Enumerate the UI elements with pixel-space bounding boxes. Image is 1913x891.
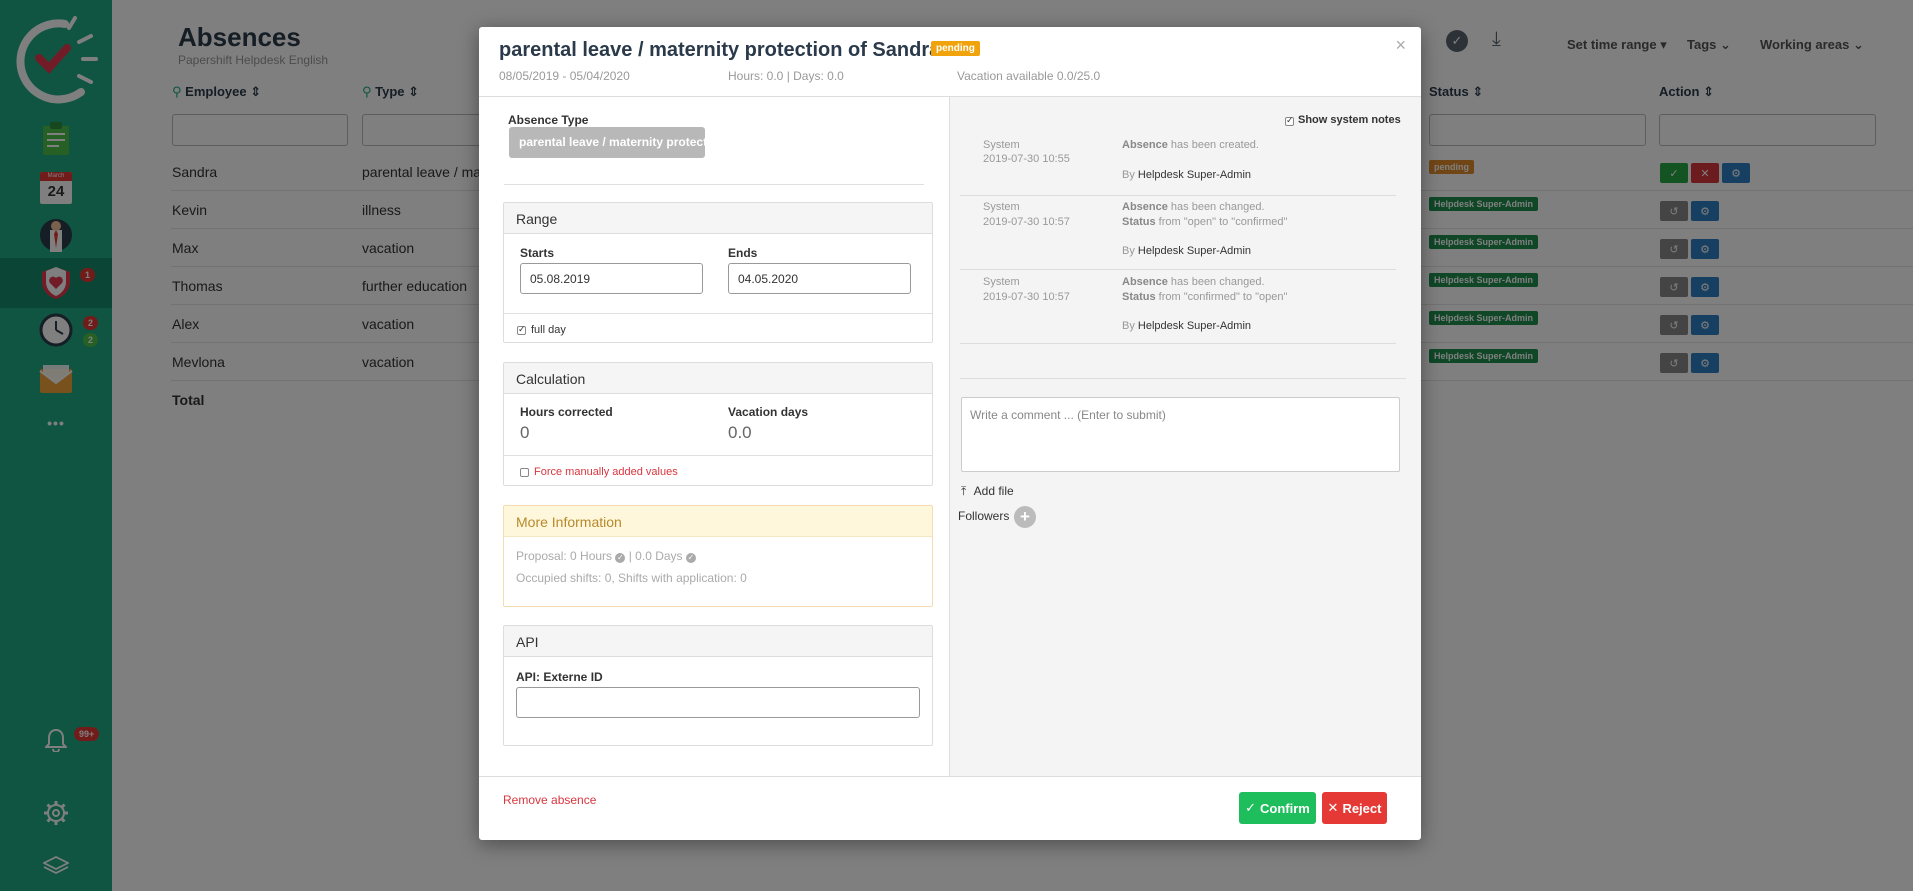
ends-label: Ends: [728, 246, 758, 260]
modal-left-column: Absence Type parental leave / maternity …: [479, 97, 950, 776]
divider: [504, 313, 932, 314]
api-title: API: [504, 626, 932, 657]
add-file-button[interactable]: ⤒ Add file: [961, 484, 1014, 499]
system-note: System 2019-07-30 10:57 Absence has been…: [960, 196, 1396, 270]
start-date-input[interactable]: 05.08.2019: [520, 263, 703, 294]
check-circle-icon: ✓: [685, 553, 696, 563]
hours-corrected-value[interactable]: 0: [520, 423, 529, 443]
check-circle-icon: ✓: [615, 553, 626, 563]
remove-absence-link[interactable]: Remove absence: [503, 793, 596, 807]
x-icon: ✕: [1327, 800, 1339, 815]
absence-date-range: 08/05/2019 - 05/04/2020: [499, 69, 630, 83]
system-note: System 2019-07-30 10:55 Absence has been…: [960, 135, 1396, 196]
vacation-available: Vacation available 0.0/25.0: [957, 69, 1101, 83]
reject-button[interactable]: ✕ Reject: [1322, 792, 1387, 824]
calculation-panel: Calculation Hours corrected 0 Vacation d…: [503, 362, 933, 486]
occupied-shifts-text: Occupied shifts: 0, Shifts with applicat…: [516, 571, 747, 585]
hours-corrected-label: Hours corrected: [520, 405, 613, 419]
close-icon[interactable]: ×: [1395, 35, 1406, 56]
api-external-id-input[interactable]: [516, 687, 920, 718]
show-system-notes-checkbox[interactable]: [1285, 115, 1294, 126]
modal-notes-column: Show system notes System 2019-07-30 10:5…: [950, 97, 1421, 776]
vacation-days-label: Vacation days: [728, 405, 809, 419]
absence-type-label: Absence Type: [508, 113, 589, 127]
calculation-title: Calculation: [504, 363, 932, 394]
divider: [504, 455, 932, 456]
followers-label: Followers: [958, 509, 1010, 523]
more-information-panel: More Information Proposal: 0 Hours ✓ | 0…: [503, 505, 933, 607]
show-system-notes-label: Show system notes: [1298, 114, 1401, 126]
modal-title: parental leave / maternity protection of…: [499, 39, 941, 61]
add-follower-icon[interactable]: +: [1014, 506, 1036, 528]
divider: [960, 378, 1406, 379]
full-day-checkbox[interactable]: [517, 324, 526, 335]
system-note: System 2019-07-30 10:57 Absence has been…: [960, 270, 1396, 344]
confirm-button[interactable]: ✓ Confirm: [1239, 792, 1316, 824]
force-manual-label: Force manually added values: [534, 466, 678, 478]
divider: [504, 184, 924, 185]
modal-header: parental leave / maternity protection of…: [479, 27, 1421, 97]
force-manual-checkbox[interactable]: [520, 468, 529, 477]
more-information-title: More Information: [504, 506, 932, 537]
starts-label: Starts: [520, 246, 555, 260]
end-date-input[interactable]: 04.05.2020: [728, 263, 911, 294]
range-title: Range: [504, 203, 932, 234]
modal-footer: Remove absence ✓ Confirm ✕ Reject: [479, 776, 1421, 840]
status-badge: pending: [931, 41, 980, 56]
hours-days-summary: Hours: 0.0 | Days: 0.0: [728, 69, 844, 83]
check-icon: ✓: [1245, 800, 1257, 815]
absence-modal: parental leave / maternity protection of…: [479, 27, 1421, 840]
comment-input[interactable]: Write a comment ... (Enter to submit): [961, 397, 1400, 472]
api-panel: API API: Externe ID: [503, 625, 933, 746]
api-external-id-label: API: Externe ID: [516, 670, 603, 684]
full-day-label: full day: [531, 324, 566, 336]
absence-type-button[interactable]: parental leave / maternity protect: [509, 127, 705, 158]
upload-icon: ⤒: [961, 484, 967, 498]
range-panel: Range Starts 05.08.2019 Ends 04.05.2020 …: [503, 202, 933, 343]
vacation-days-value[interactable]: 0.0: [728, 423, 752, 443]
proposal-text: Proposal: 0 Hours ✓ | 0.0 Days ✓: [516, 549, 696, 563]
